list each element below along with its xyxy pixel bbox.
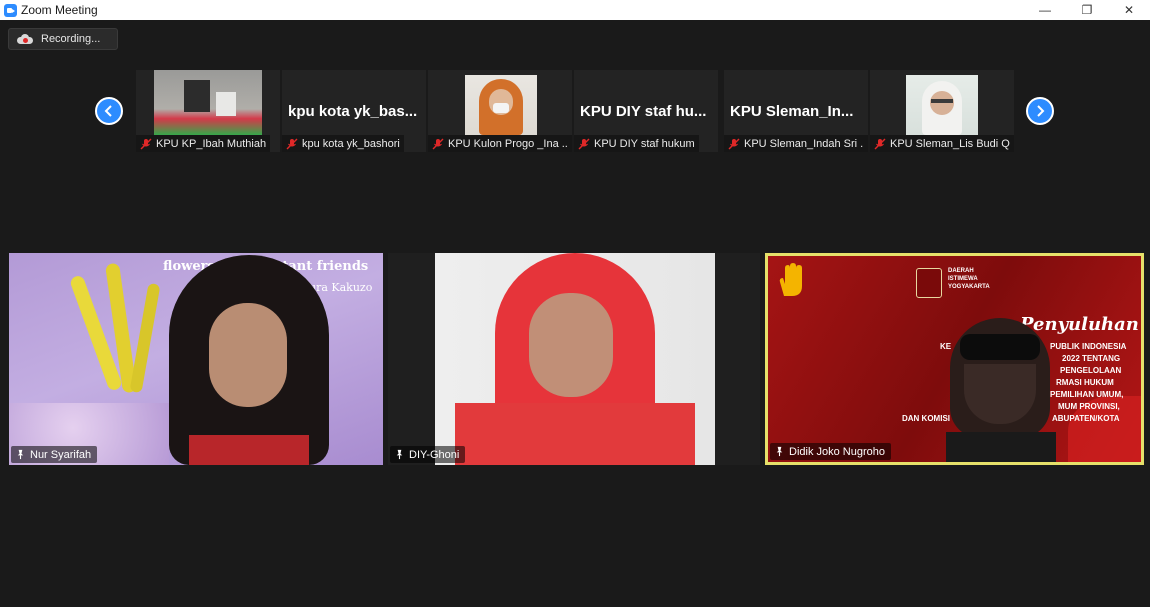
recording-indicator[interactable]: Recording... (8, 28, 118, 50)
participant-thumbnail[interactable]: KPU Sleman_Lis Budi Q (870, 70, 1014, 152)
participant-thumbnail[interactable]: KPU Kulon Progo _Ina ... (428, 70, 572, 152)
pin-icon (17, 449, 24, 460)
mic-muted-icon (286, 138, 298, 149)
close-button[interactable]: ✕ (1108, 0, 1150, 20)
active-speaker-tile[interactable]: DAERAH ISTIMEWA YOGYAKARTA Penyuluhan KE… (765, 253, 1144, 465)
participant-label: KPU KP_Ibah Muthiah (136, 135, 271, 152)
participant-label: Nur Syarifah (11, 446, 98, 463)
participant-thumbnail[interactable]: KPU DIY staf hu... KPU DIY staf hukum (574, 70, 718, 152)
zoom-app-icon (4, 3, 17, 17)
raised-hand-icon (776, 262, 806, 298)
participant-name-display: kpu kota yk_bas... (288, 103, 418, 120)
participant-label: DIY-Ghoni (390, 446, 466, 463)
window-controls: — ❐ ✕ (1024, 0, 1150, 20)
pin-icon (396, 449, 403, 460)
participant-thumbnail[interactable]: KPU KP_Ibah Muthiah (136, 70, 280, 152)
window-title: Zoom Meeting (21, 3, 98, 17)
chevron-right-icon (1037, 105, 1045, 117)
participant-video (465, 75, 537, 135)
mic-muted-icon (578, 138, 590, 149)
participant-label: KPU Kulon Progo _Ina ... (428, 135, 572, 152)
participant-video (154, 70, 262, 135)
chevron-left-icon (104, 105, 112, 117)
mic-muted-icon (874, 138, 886, 149)
participant-video (435, 253, 715, 465)
cloud-recording-icon (17, 34, 33, 44)
participant-video-tile[interactable]: flowers stant friends ura Kakuzo Nur Sya… (9, 253, 383, 465)
participant-thumbnail[interactable]: kpu kota yk_bas... kpu kota yk_bashori (282, 70, 426, 152)
participant-figure (159, 255, 339, 465)
participant-thumbnail[interactable]: KPU Sleman_In... KPU Sleman_Indah Sri ..… (724, 70, 868, 152)
recording-label: Recording... (41, 33, 101, 45)
mic-muted-icon (432, 138, 444, 149)
pin-icon (776, 446, 783, 457)
participant-name-display: KPU DIY staf hu... (580, 103, 707, 120)
kpu-logo-icon (916, 268, 942, 298)
participant-label: kpu kota yk_bashori (282, 135, 404, 152)
participant-video (906, 75, 978, 135)
participant-name-display: KPU Sleman_In... (730, 103, 854, 120)
participant-figure (946, 314, 1056, 462)
restore-button[interactable]: ❐ (1066, 0, 1108, 20)
mic-muted-icon (728, 138, 740, 149)
participant-label: KPU DIY staf hukum (574, 135, 699, 152)
title-bar: Zoom Meeting — ❐ ✕ (0, 0, 1150, 20)
previous-page-button[interactable] (95, 97, 123, 125)
participant-video-tile[interactable]: DIY-Ghoni (388, 253, 760, 465)
participant-label: Didik Joko Nugroho (770, 443, 891, 460)
mic-muted-icon (140, 138, 152, 149)
next-page-button[interactable] (1026, 97, 1054, 125)
minimize-button[interactable]: — (1024, 0, 1066, 20)
participant-label: KPU Sleman_Indah Sri ... (724, 135, 868, 152)
participant-label: KPU Sleman_Lis Budi Q (870, 135, 1014, 152)
